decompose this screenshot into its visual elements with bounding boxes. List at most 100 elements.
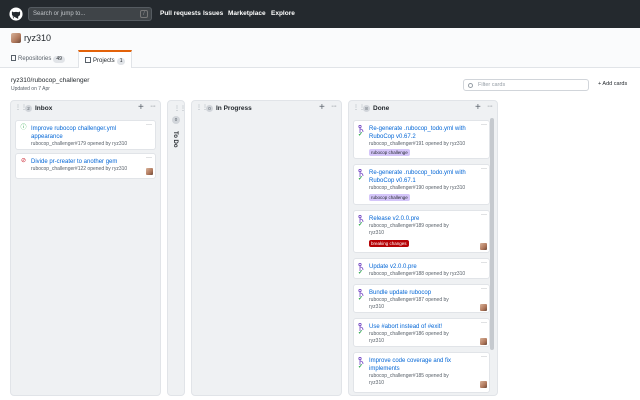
card-issue[interactable]: ⊘ Divide pr-creater to another gem ruboc…	[15, 153, 156, 179]
column-menu-icon[interactable]: ···	[331, 103, 337, 110]
column-menu-icon[interactable]: ···	[150, 103, 156, 110]
issue-closed-icon: ⊘	[20, 158, 27, 164]
label-badge[interactable]: breaking changes	[369, 240, 409, 247]
add-card-plus-icon[interactable]: +	[138, 102, 144, 113]
add-cards-button[interactable]: + Add cards	[598, 81, 627, 87]
card-meta: rubocop_challenger#188 opened by ryz310	[369, 271, 466, 277]
label-badge[interactable]: rubocop challenge	[369, 194, 410, 201]
profile-header: ryz310 Repositories 49 Projects 1	[0, 28, 640, 68]
card-pull-request[interactable]: ✓ Re-generate .rubocop_todo.yml with Rub…	[353, 120, 490, 159]
drag-handle-icon[interactable]: ⋮⋮	[353, 105, 365, 112]
card-pull-request[interactable]: ✓ Bundle update rubocop rubocop_challeng…	[353, 284, 490, 313]
tab-projects[interactable]: Projects 1	[78, 50, 133, 68]
card-title[interactable]: Re-generate .rubocop_todo.yml with RuboC…	[369, 169, 483, 185]
column-count: 0	[206, 105, 213, 112]
card-menu-icon[interactable]: ···	[481, 212, 487, 218]
card-title[interactable]: Improve code coverage and fix implements	[369, 357, 474, 373]
assignee-avatar[interactable]	[480, 243, 487, 250]
check-icon: ✓	[358, 222, 364, 228]
tab-counter: 1	[116, 58, 126, 65]
project-updated: Updated on 7 Apr	[11, 86, 50, 92]
assignee-avatar[interactable]	[146, 168, 153, 175]
card-title[interactable]: Bundle update rubocop	[369, 289, 469, 297]
card-meta: rubocop_challenger#187 opened by ryz310	[369, 297, 449, 310]
card-menu-icon[interactable]: ···	[481, 166, 487, 172]
assignee-avatar[interactable]	[480, 338, 487, 345]
card-menu-icon[interactable]: ···	[481, 354, 487, 360]
drag-handle-icon[interactable]: ⋮⋮	[174, 105, 186, 112]
filter-cards-input[interactable]: Filter cards	[463, 79, 589, 91]
card-meta: rubocop_challenger#185 opened by ryz310	[369, 373, 449, 386]
card-meta: rubocop_challenger#179 opened by ryz310	[31, 141, 128, 147]
column-done: ⋮⋮ 8 Done + ··· ✓ Re-generate .rubocop_t…	[348, 100, 498, 396]
card-pull-request[interactable]: ✓ Release v2.0.0.pre rubocop_challenger#…	[353, 210, 490, 253]
add-card-plus-icon[interactable]: +	[319, 102, 325, 113]
card-pull-request[interactable]: ✓ Update v2.0.0.pre rubocop_challenger#1…	[353, 258, 490, 279]
card-menu-icon[interactable]: ···	[146, 122, 152, 128]
card-title[interactable]: Improve rubocop challenger.yml appearanc…	[31, 125, 131, 141]
nav-explore[interactable]: Explore	[271, 10, 295, 17]
card-menu-icon[interactable]: ···	[481, 320, 487, 326]
label-badge[interactable]: rubocop challenge	[369, 149, 410, 156]
column-header: ⋮⋮ 2 Inbox + ···	[11, 101, 160, 117]
assignee-avatar[interactable]	[480, 304, 487, 311]
done-column-scrollbar[interactable]	[490, 118, 494, 350]
drag-handle-icon[interactable]: ⋮⋮	[15, 105, 27, 112]
check-icon: ✓	[358, 330, 364, 336]
card-pull-request[interactable]: ✓ Re-generate .rubocop_todo.yml with Rub…	[353, 164, 490, 205]
drag-handle-icon[interactable]: ⋮⋮	[196, 105, 208, 112]
search-input[interactable]: Search or jump to... /	[28, 7, 152, 21]
column-count: 0	[172, 116, 180, 124]
card-title[interactable]: Re-generate .rubocop_todo.yml with RuboC…	[369, 125, 483, 141]
column-todo-collapsed[interactable]: ⋮⋮ 0 To Do	[167, 100, 186, 396]
top-nav-bar: Search or jump to... / Pull requests Iss…	[0, 0, 640, 28]
column-header: ⋮⋮ 8 Done + ···	[349, 101, 497, 117]
card-pull-request[interactable]: ✓ Use #abort instead of #exit! rubocop_c…	[353, 318, 490, 347]
card-meta: rubocop_challenger#190 opened by ryz310	[369, 185, 466, 191]
search-placeholder: Search or jump to...	[33, 11, 86, 17]
card-menu-icon[interactable]: ···	[481, 122, 487, 128]
check-icon: ✓	[358, 132, 364, 138]
card-title[interactable]: Release v2.0.0.pre	[369, 215, 479, 223]
github-logo-icon[interactable]	[9, 7, 23, 21]
card-meta: rubocop_challenger#186 opened by ryz310	[369, 331, 449, 344]
project-title[interactable]: ryz310/rubocop_challenger	[11, 77, 89, 84]
card-title[interactable]: Update v2.0.0.pre	[369, 263, 469, 271]
nav-marketplace[interactable]: Marketplace	[228, 10, 266, 17]
column-menu-icon[interactable]: ···	[487, 103, 493, 110]
tab-label: Projects	[93, 58, 115, 64]
card-menu-icon[interactable]: ···	[481, 286, 487, 292]
nav-pull-requests[interactable]: Pull requests	[160, 10, 201, 17]
column-header: ⋮⋮ 0 In Progress + ···	[192, 101, 341, 117]
tab-label: Repositories	[18, 56, 52, 62]
card-title[interactable]: Use #abort instead of #exit!	[369, 323, 469, 331]
column-count: 2	[25, 105, 32, 112]
card-menu-icon[interactable]: ···	[481, 260, 487, 266]
column-title: Inbox	[35, 105, 53, 112]
check-icon: ✓	[358, 270, 364, 276]
column-count: 8	[363, 105, 370, 112]
issue-open-icon: ⓘ	[20, 125, 27, 131]
card-pull-request[interactable]: ✓ Improve code coverage and fix implemen…	[353, 352, 490, 393]
card-issue[interactable]: ⓘ Improve rubocop challenger.yml appeara…	[15, 120, 156, 150]
column-in-progress: ⋮⋮ 0 In Progress + ···	[191, 100, 342, 396]
nav-issues[interactable]: Issues	[203, 10, 223, 17]
column-title: To Do	[172, 131, 178, 148]
card-meta: rubocop_challenger#191 opened by ryz310	[369, 141, 466, 147]
search-icon	[468, 83, 473, 88]
tab-repositories[interactable]: Repositories 49	[11, 50, 65, 68]
card-meta: rubocop_challenger#189 opened by ryz310	[369, 223, 449, 236]
card-menu-icon[interactable]: ···	[146, 155, 152, 161]
card-title[interactable]: Divide pr-creater to another gem	[31, 158, 146, 166]
project-icon	[85, 57, 91, 63]
check-icon: ✓	[358, 176, 364, 182]
add-card-plus-icon[interactable]: +	[475, 102, 481, 113]
assignee-avatar[interactable]	[480, 381, 487, 388]
owner-avatar[interactable]	[11, 33, 21, 43]
column-title: In Progress	[216, 105, 252, 112]
check-icon: ✓	[358, 296, 364, 302]
owner-name[interactable]: ryz310	[24, 33, 51, 43]
slash-shortcut-key: /	[140, 10, 148, 18]
check-icon: ✓	[358, 364, 364, 370]
filter-placeholder: Filter cards	[478, 82, 506, 88]
